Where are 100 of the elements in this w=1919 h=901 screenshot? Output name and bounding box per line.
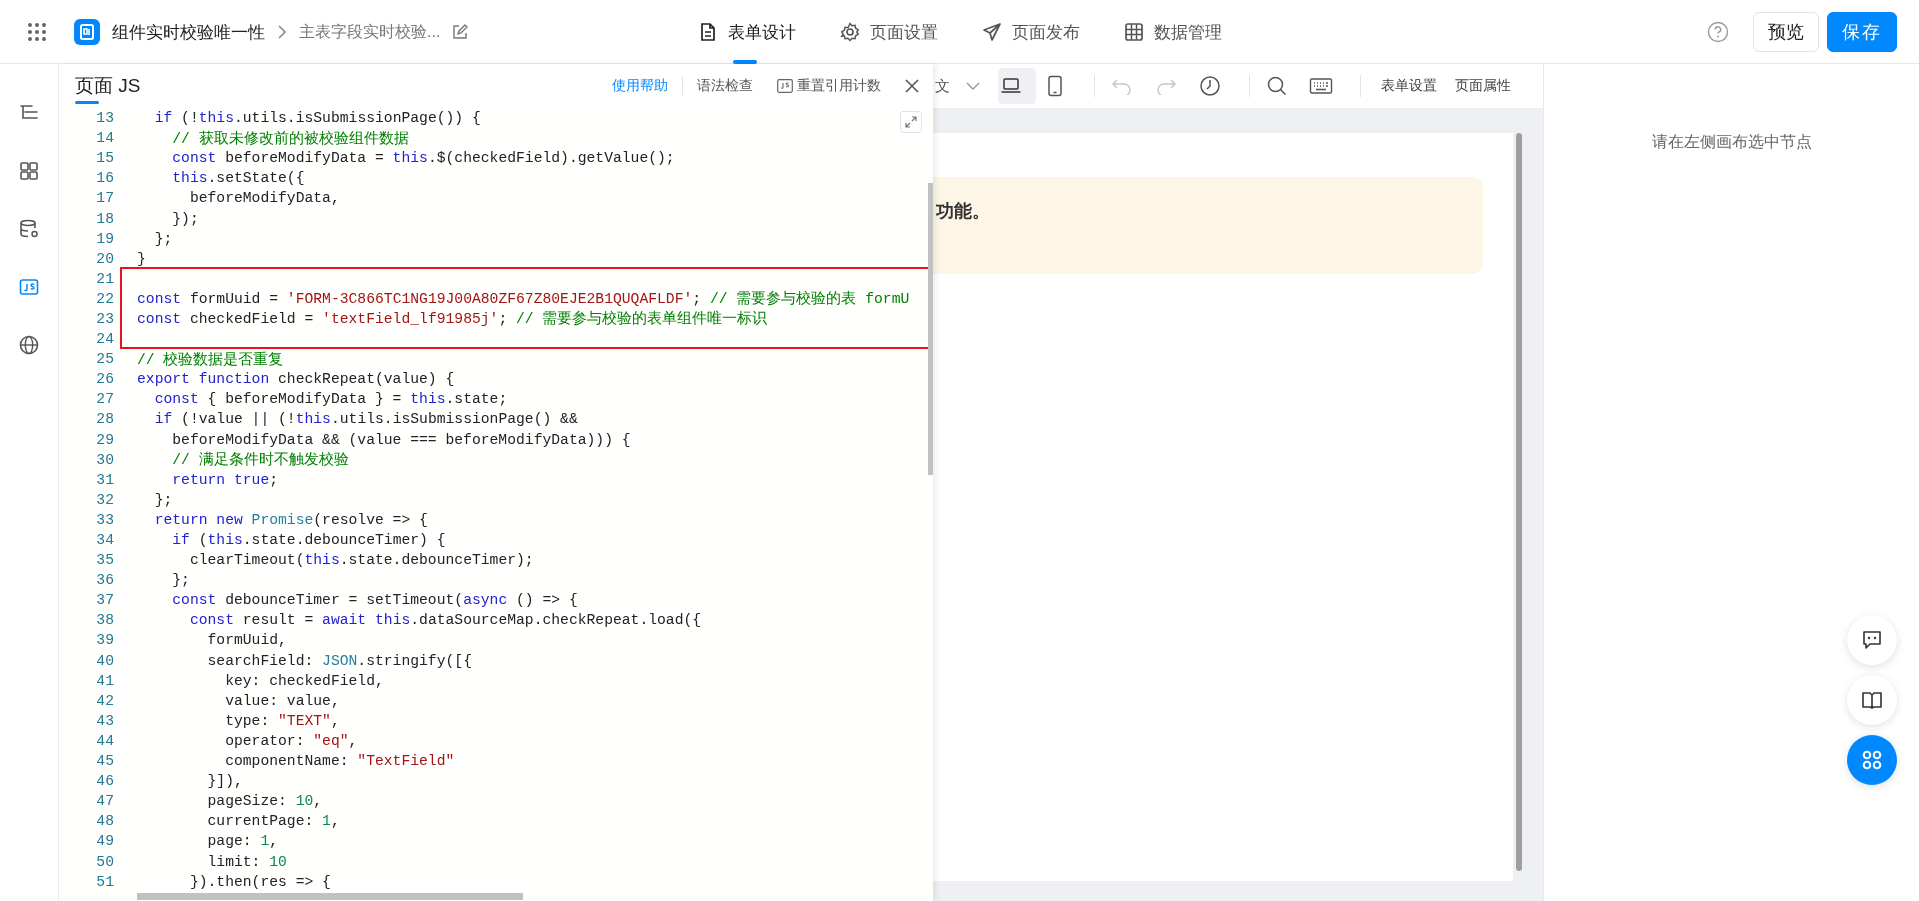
help-icon[interactable] [1707,21,1729,43]
code-line: const debounceTimer = setTimeout(async () => { [137,592,578,609]
line-number: 33 [95,511,114,528]
code-line: currentPage: 1, [137,813,340,830]
code-line: return true; [137,471,279,488]
code-line: export function checkRepeat(value) { [137,371,455,388]
line-number: 19 [95,230,114,247]
search-icon [1266,75,1288,97]
line-number: 32 [95,491,114,508]
line-number: 46 [95,773,114,790]
code-line: }]), [137,773,243,790]
nav-tab[interactable]: 表单设计 [697,0,796,64]
code-line: operator: "eq", [137,732,358,749]
code-line: }; [137,230,173,247]
code-line: // 满足条件时不触发校验 [137,450,349,470]
scrollbar-thumb[interactable] [1516,133,1522,871]
line-number: 51 [95,873,114,890]
keyboard-icon [1309,77,1333,95]
line-number: 20 [95,250,114,267]
code-line: this.setState({ [137,170,305,187]
code-line: }; [137,572,190,589]
line-number: 24 [95,331,114,348]
nav-tab[interactable]: 数据管理 [1123,0,1222,64]
line-number: 22 [95,290,114,307]
language-select[interactable]: 文 [935,76,950,96]
table-icon [1123,22,1144,42]
line-number: 13 [95,110,114,127]
app-logo-icon [74,19,100,45]
redo-icon [1155,77,1177,95]
apps-grid-icon[interactable] [28,23,46,41]
laptop-tool-button[interactable] [998,68,1036,104]
code-line: const checkedField = 'textField_lf91985j'; // 需要参与校验的表单组件唯一标识 [137,309,768,329]
line-number: 14 [95,130,114,147]
code-line: }); [137,210,199,227]
line-number: 23 [95,311,114,327]
scrollbar-thumb[interactable] [928,183,933,475]
page-name[interactable]: 主表字段实时校验... [299,21,441,43]
chevron-down-icon[interactable] [966,81,980,91]
database-icon [18,218,40,240]
chat-icon [1861,629,1883,651]
help-link[interactable]: 使用帮助 [612,77,668,95]
js-icon [18,276,40,298]
code-line: // 校验数据是否重复 [137,350,284,369]
undo-icon [1111,77,1133,95]
line-number: 17 [95,190,114,207]
toolbar-text-button[interactable]: 页面属性 [1449,77,1517,95]
app-name[interactable]: 组件实时校验唯一性 [112,20,265,44]
line-number: 49 [95,833,114,850]
code-line: const formUuid = 'FORM-3C866TC1NG19J00A80ZF67Z80EJE2B1QUQAFLDF'; // 需要参与校验的表 formU [137,289,910,309]
line-number: 47 [95,793,114,810]
grid-icon [18,160,40,182]
line-number: 37 [95,592,114,609]
edit-icon[interactable] [452,24,469,40]
notice-text: 功能。 [936,201,990,221]
code-line: if (this.state.debounceTimer) { [137,532,446,548]
gear-icon [839,22,860,42]
code-line: page: 1, [137,833,279,850]
line-number: 30 [95,451,114,468]
line-number: 50 [95,853,114,870]
line-number: 42 [95,692,114,709]
js-icon [777,79,793,93]
line-number: 18 [95,210,114,227]
code-line: return new Promise(resolve => { [137,511,428,528]
line-number: 27 [95,391,114,408]
line-number: 21 [95,270,114,287]
line-number: 29 [95,431,114,448]
code-line: }).then(res => { [137,873,331,890]
book-icon [1861,689,1883,711]
chevron-right-icon [277,24,287,40]
paper-plane-icon [981,22,1002,42]
code-line: // 获取未修改前的被校验组件数据 [137,128,409,148]
nav-tab[interactable]: 页面发布 [981,0,1080,64]
nav-tab[interactable]: 页面设置 [839,0,938,64]
expand-button[interactable] [900,111,922,133]
code-line: value: value, [137,692,340,709]
reset-count-button[interactable]: 重置引用计数 [777,77,881,95]
apps-icon [1861,749,1883,771]
code-line: beforeModifyData, [137,190,340,207]
line-number: 15 [95,150,114,167]
line-number: 31 [95,471,114,488]
preview-button[interactable]: 预览 [1753,12,1819,52]
line-number: 25 [95,351,114,368]
toolbar-text-button[interactable]: 表单设置 [1375,77,1443,95]
scrollbar-thumb[interactable] [137,893,523,900]
code-line: } [137,250,146,267]
close-icon[interactable] [905,79,919,93]
line-number: 39 [95,632,114,649]
line-number: 45 [95,753,114,770]
code-line: if (!this.utils.isSubmissionPage()) { [137,110,481,127]
code-line: clearTimeout(this.state.debounceTimer); [137,552,534,569]
code-line: const result = await this.dataSourceMap.checkRepeat.load({ [137,612,702,629]
line-number: 48 [95,813,114,830]
syntax-check-button[interactable]: 语法检查 [697,77,753,95]
code-line: searchField: JSON.stringify([{ [137,652,472,669]
code-line: const beforeModifyData = this.$(checkedField).getValue(); [137,150,675,167]
clock-icon [1199,75,1221,97]
globe-icon [18,334,40,356]
expand-icon [905,116,917,128]
line-number: 34 [95,532,114,548]
code-line: componentName: "TextField" [137,753,455,770]
